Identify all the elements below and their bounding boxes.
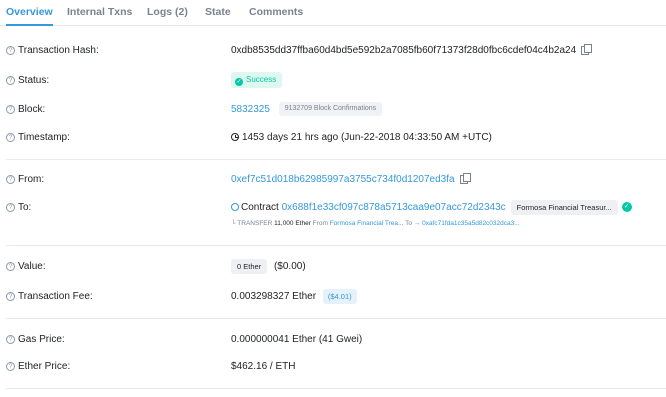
row-status: ? Status: ✓ Success [0, 71, 666, 91]
verified-check-icon: ✓ [621, 202, 632, 213]
transaction-fee-wrap: 0.003298327 Ether ($4.01) [231, 287, 357, 307]
transfer-to-link[interactable]: → 0xafc71fda1c35a5d82c032dca3... [414, 220, 520, 227]
row-to: ? To: Contract 0x688f1e33cf097c878a5713ca… [0, 198, 666, 218]
transaction-fee-label: ? Transaction Fee: [6, 287, 93, 307]
divider [6, 388, 666, 389]
transaction-hash-value-wrap: 0xdb8535dd37ffba60d4bd5e592b2a7085fb60f7… [231, 41, 593, 61]
divider [6, 245, 666, 246]
row-transaction-fee: ? Transaction Fee: 0.003298327 Ether ($4.… [0, 287, 666, 307]
copy-icon[interactable] [581, 44, 593, 55]
question-icon[interactable]: ? [6, 362, 15, 371]
timestamp-label-text: Timestamp: [18, 132, 70, 143]
value-label: ? Value: [6, 257, 46, 277]
block-value-wrap: 5832325 9132709 Block Confirmations [231, 100, 383, 120]
status-badge: ✓ Success [231, 72, 283, 89]
from-value-wrap: 0xef7c51d018b62985997a3755c734f0d1207ed3… [231, 170, 471, 190]
block-confirmations-badge: 9132709 Block Confirmations [278, 102, 383, 117]
tab-bar: Overview Internal Txns Logs (2) State Co… [0, 0, 666, 26]
value-usd: ($0.00) [273, 261, 306, 272]
question-icon[interactable]: ? [6, 46, 15, 55]
timestamp-label: ? Timestamp: [6, 128, 70, 148]
contract-prefix: Contract [241, 202, 279, 213]
transaction-hash-label-text: Transaction Hash: [18, 45, 99, 56]
to-label-text: To: [18, 202, 32, 213]
row-gas-price: ? Gas Price: 0.000000041 Ether (41 Gwei) [0, 330, 666, 350]
transaction-fee-value: 0.003298327 Ether [231, 291, 317, 302]
to-contract-address-link[interactable]: 0x688f1e33cf097c878a5713caa9e07acc72d234… [282, 202, 506, 213]
status-badge-text: Success [246, 75, 277, 85]
transfer-amount: 11,000 Ether [274, 220, 311, 227]
question-icon[interactable]: ? [6, 292, 15, 301]
question-icon[interactable]: ? [6, 262, 15, 271]
status-value-wrap: ✓ Success [231, 71, 283, 91]
tab-overview[interactable]: Overview [6, 0, 53, 26]
to-label: ? To: [6, 198, 31, 218]
ether-price-label: ? Ether Price: [6, 357, 70, 377]
ether-price-label-text: Ether Price: [18, 361, 71, 372]
divider [6, 318, 666, 319]
clock-icon [231, 133, 239, 141]
check-circle-icon: ✓ [235, 78, 243, 87]
gas-price-label: ? Gas Price: [6, 330, 65, 350]
question-icon[interactable]: ? [6, 175, 15, 184]
from-label-text: From: [18, 174, 45, 185]
from-label: ? From: [6, 170, 44, 190]
token-transfer-line: └ TRANSFER 11,000 Ether From Formosa Fin… [231, 218, 520, 230]
question-icon[interactable]: ? [6, 105, 15, 114]
question-icon[interactable]: ? [6, 76, 15, 85]
value-label-text: Value: [18, 261, 46, 272]
copy-icon[interactable] [459, 173, 471, 184]
transfer-from-word: From [312, 220, 328, 227]
transaction-hash-value: 0xdb8535dd37ffba60d4bd5e592b2a7085fb60f7… [231, 45, 577, 56]
value-ether-badge: 0 Ether [231, 258, 268, 274]
value-wrap: 0 Ether ($0.00) [231, 257, 306, 277]
ether-price-value: $462.16 / ETH [231, 361, 296, 372]
divider [6, 159, 666, 160]
row-from: ? From: 0xef7c51d018b62985997a3755c734f0d… [0, 170, 666, 190]
contract-name-tag[interactable]: Formosa Financial Treasur... [510, 199, 618, 215]
row-transaction-hash: ? Transaction Hash: 0xdb8535dd37ffba60d4b… [0, 41, 666, 61]
to-value-wrap: Contract 0x688f1e33cf097c878a5713caa9e07… [231, 198, 632, 218]
contract-icon [231, 203, 239, 211]
row-value: ? Value: 0 Ether ($0.00) [0, 257, 666, 277]
row-transfer: └ TRANSFER 11,000 Ether From Formosa Fin… [0, 218, 666, 230]
question-icon[interactable]: ? [6, 335, 15, 344]
block-number-link[interactable]: 5832325 [231, 104, 270, 115]
transaction-fee-usd-badge: ($4.01) [322, 288, 357, 304]
block-label-text: Block: [18, 104, 46, 115]
tab-state[interactable]: State [205, 0, 231, 26]
tab-logs[interactable]: Logs (2) [147, 0, 188, 26]
row-ether-price: ? Ether Price: $462.16 / ETH [0, 357, 666, 377]
timestamp-value: 1453 days 21 hrs ago (Jun-22-2018 04:33:… [242, 132, 492, 143]
tab-comments[interactable]: Comments [249, 0, 303, 26]
gas-price-label-text: Gas Price: [18, 334, 65, 345]
row-block: ? Block: 5832325 9132709 Block Confirmati… [0, 100, 666, 120]
status-label-text: Status: [18, 75, 50, 86]
question-icon[interactable]: ? [6, 203, 15, 212]
transaction-hash-label: ? Transaction Hash: [6, 41, 99, 61]
tab-internal-txns[interactable]: Internal Txns [67, 0, 132, 26]
transfer-from-link[interactable]: Formosa Financial Trea... [330, 220, 404, 227]
gas-price-value: 0.000000041 Ether (41 Gwei) [231, 334, 363, 345]
timestamp-value-wrap: 1453 days 21 hrs ago (Jun-22-2018 04:33:… [231, 128, 492, 148]
row-timestamp: ? Timestamp: 1453 days 21 hrs ago (Jun-22… [0, 128, 666, 148]
transfer-prefix: └ TRANSFER [231, 220, 273, 227]
transaction-fee-label-text: Transaction Fee: [18, 291, 93, 302]
status-label: ? Status: [6, 71, 49, 91]
block-label: ? Block: [6, 100, 45, 120]
question-icon[interactable]: ? [6, 133, 15, 142]
transfer-to-word: To [405, 220, 412, 227]
from-address-link[interactable]: 0xef7c51d018b62985997a3755c734f0d1207ed3… [231, 174, 455, 185]
